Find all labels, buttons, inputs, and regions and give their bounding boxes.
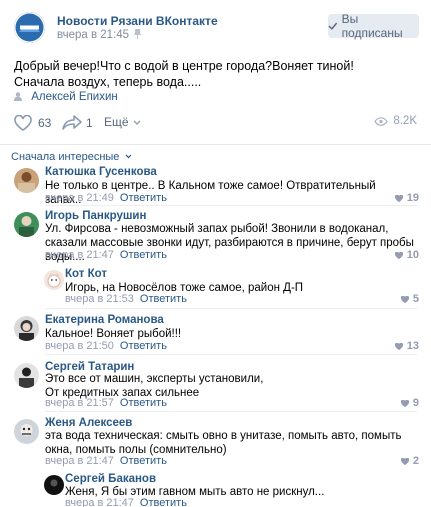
comment-date[interactable]: вчера в 21:53 [65,293,134,305]
reply-link[interactable]: Ответить [120,455,167,467]
comment-author[interactable]: Сергей Баканов [65,473,156,485]
comment-text: Кальное! Воняет рыбой!!! [45,328,182,340]
reply-link[interactable]: Ответить [120,249,167,261]
more-label: Ещё [104,115,129,129]
heart-icon [394,194,403,202]
reply-link[interactable]: Ответить [120,192,167,204]
comment-like-count: 10 [406,249,419,261]
comment-author[interactable]: Кот Кот [65,268,107,280]
comment-date[interactable]: вчера в 21:47 [45,455,114,467]
comment-like-count: 13 [406,340,419,352]
comment-like-button[interactable]: 9 [400,397,419,409]
post-author[interactable]: Алексей Епихин [14,91,118,103]
heart-icon [14,115,32,131]
avatar[interactable] [14,419,39,444]
heart-icon [394,251,403,259]
comment-like-count: 5 [412,293,419,305]
reply-link[interactable]: Ответить [120,340,167,352]
more-button[interactable]: Ещё [104,115,141,129]
subscribed-button[interactable]: Вы подписаны [328,12,419,40]
post-time-text: вчера в 21:45 [57,29,130,41]
comment-meta: вчера в 21:50 Ответить [45,340,167,352]
comment-author[interactable]: Женя Алексеев [45,417,132,429]
post-text: Добрый вечер!Что с водой в центре города… [14,59,354,89]
eye-icon [374,116,389,126]
chevron-down-icon [133,120,141,125]
comment-date[interactable]: вчера в 21:49 [45,192,114,204]
comment-separator [45,411,417,412]
comment-text: эта вода техническая: смыть овно в унита… [45,430,402,456]
comment-like-count: 9 [412,397,419,409]
comment-meta: вчера в 21:47 Ответить [65,497,187,507]
comment-meta: вчера в 21:49 Ответить [45,192,167,204]
reply-link[interactable]: Ответить [140,293,187,305]
comment-like-button[interactable]: 5 [400,293,419,305]
comment-date[interactable]: вчера в 21:47 [45,249,114,261]
group-avatar[interactable] [14,12,45,43]
comment-like-button[interactable]: 19 [394,192,419,204]
post-actions: 63 1 Ещё 8.2K [14,115,417,135]
heart-icon [400,457,409,465]
comment-like-count: 2 [412,455,419,467]
comment-like-button[interactable]: 10 [394,249,419,261]
comment-like-count: 19 [406,192,419,204]
comment-reply: Кот Кот Игорь, на Новосёлов тоже самое, … [44,268,419,308]
comment: Сергей Татарин Это все от машин, эксперт… [14,361,419,411]
heart-icon [400,399,409,407]
user-icon [14,92,22,101]
comments-sort-label: Сначала интересные [11,151,120,163]
chevron-down-icon [126,154,132,159]
views-count: 8.2K [393,115,417,127]
avatar[interactable] [14,316,39,341]
avatar[interactable] [14,212,39,237]
divider [0,144,431,145]
comment: Катюшка Гусенкова Не только в центре.. В… [14,166,419,206]
avatar[interactable] [44,475,64,495]
comment-separator [45,354,417,355]
comment-text: Это все от машин, эксперты установили, О… [45,373,264,399]
comment-meta: вчера в 21:47 Ответить [45,455,167,467]
views: 8.2K [374,115,417,127]
subscribed-label: Вы подписаны [341,12,403,40]
comment-meta: вчера в 21:47 Ответить [45,249,167,261]
comment: Екатерина Романова Кальное! Воняет рыбой… [14,314,419,354]
comment: Женя Алексеев эта вода техническая: смыт… [14,417,419,467]
comment-separator [45,308,417,309]
post-header: Новости Рязани ВКонтакте вчера в 21:45 В… [14,12,419,43]
share-count: 1 [86,115,93,130]
comment-author[interactable]: Игорь Панкрушин [45,210,146,222]
comment-author[interactable]: Катюшка Гусенкова [45,166,157,178]
share-button[interactable]: 1 [62,115,93,130]
check-icon [328,22,338,30]
comment-date[interactable]: вчера в 21:57 [45,397,114,409]
post-author-name: Алексей Епихин [31,91,118,103]
reply-link[interactable]: Ответить [140,497,187,507]
comment-reply: Сергей Баканов Женя, Я бы этим гавном мы… [44,473,419,507]
post-time[interactable]: вчера в 21:45 [57,29,142,41]
heart-icon [394,342,403,350]
comment-author[interactable]: Екатерина Романова [45,314,164,326]
group-name[interactable]: Новости Рязани ВКонтакте [57,14,218,28]
comment-separator [45,205,417,206]
comment-meta: вчера в 21:53 Ответить [65,293,187,305]
avatar[interactable] [44,270,64,290]
like-button[interactable]: 63 [14,115,51,131]
avatar[interactable] [14,168,39,193]
comment-meta: вчера в 21:57 Ответить [45,397,167,409]
pin-icon [134,29,142,39]
like-count: 63 [38,116,52,130]
comment-like-button[interactable]: 13 [394,340,419,352]
comment: Игорь Панкрушин Ул. Фирсова - невозможны… [14,210,419,264]
comment-like-button[interactable]: 2 [400,455,419,467]
heart-icon [400,295,409,303]
comments-sort-dropdown[interactable]: Сначала интересные [11,151,132,163]
comment-date[interactable]: вчера в 21:50 [45,340,114,352]
share-icon [62,115,82,130]
reply-link[interactable]: Ответить [120,397,167,409]
comment-date[interactable]: вчера в 21:47 [65,497,134,507]
avatar[interactable] [14,363,39,388]
